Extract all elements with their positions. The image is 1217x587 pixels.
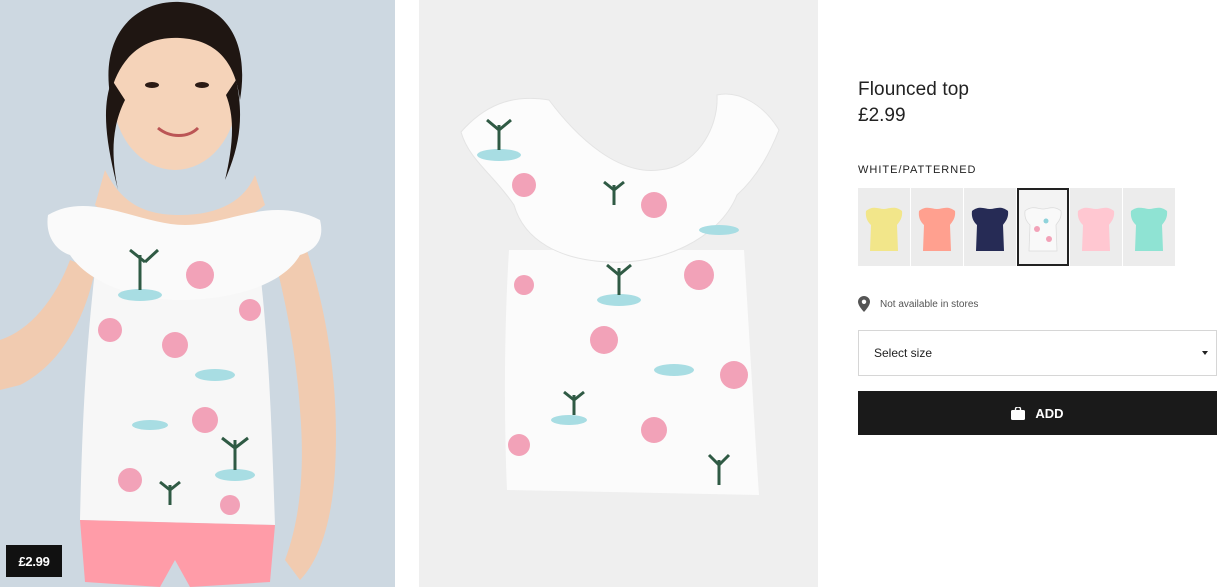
availability-text: Not available in stores — [880, 298, 979, 310]
location-pin-icon — [858, 296, 870, 312]
product-price: £2.99 — [858, 105, 906, 126]
top-thumbnail-icon — [1077, 207, 1115, 251]
add-button-label: ADD — [1035, 405, 1064, 421]
top-thumbnail-icon — [1024, 207, 1062, 252]
chevron-down-icon — [1202, 351, 1208, 355]
add-to-bag-button[interactable]: ADD — [858, 391, 1217, 435]
store-availability: Not available in stores — [858, 296, 978, 312]
top-thumbnail-icon — [865, 207, 903, 251]
top-thumbnail-icon — [971, 207, 1009, 251]
swatch-navy[interactable] — [964, 188, 1016, 266]
model-photo: £2.99 — [0, 0, 395, 587]
shopping-bag-icon — [1011, 406, 1026, 420]
swatch-coral[interactable] — [911, 188, 963, 266]
product-illustration — [419, 0, 818, 587]
selected-color-label: WHITE/PATTERNED — [858, 164, 977, 176]
swatch-white-patterned[interactable] — [1017, 188, 1069, 266]
size-select-placeholder: Select size — [874, 346, 933, 360]
model-illustration — [0, 0, 395, 587]
color-swatch-list — [858, 188, 1175, 266]
product-title: Flounced top — [858, 79, 970, 100]
top-thumbnail-icon — [918, 207, 956, 251]
swatch-mint[interactable] — [1123, 188, 1175, 266]
top-thumbnail-icon — [1130, 207, 1168, 251]
price-tag: £2.99 — [6, 545, 62, 577]
swatch-yellow[interactable] — [858, 188, 910, 266]
product-photo[interactable] — [419, 0, 818, 587]
product-info-panel: Flounced top £2.99 WHITE/PATTERNED Not a… — [858, 0, 1217, 587]
swatch-light-pink[interactable] — [1070, 188, 1122, 266]
size-select[interactable]: Select size — [858, 330, 1217, 376]
